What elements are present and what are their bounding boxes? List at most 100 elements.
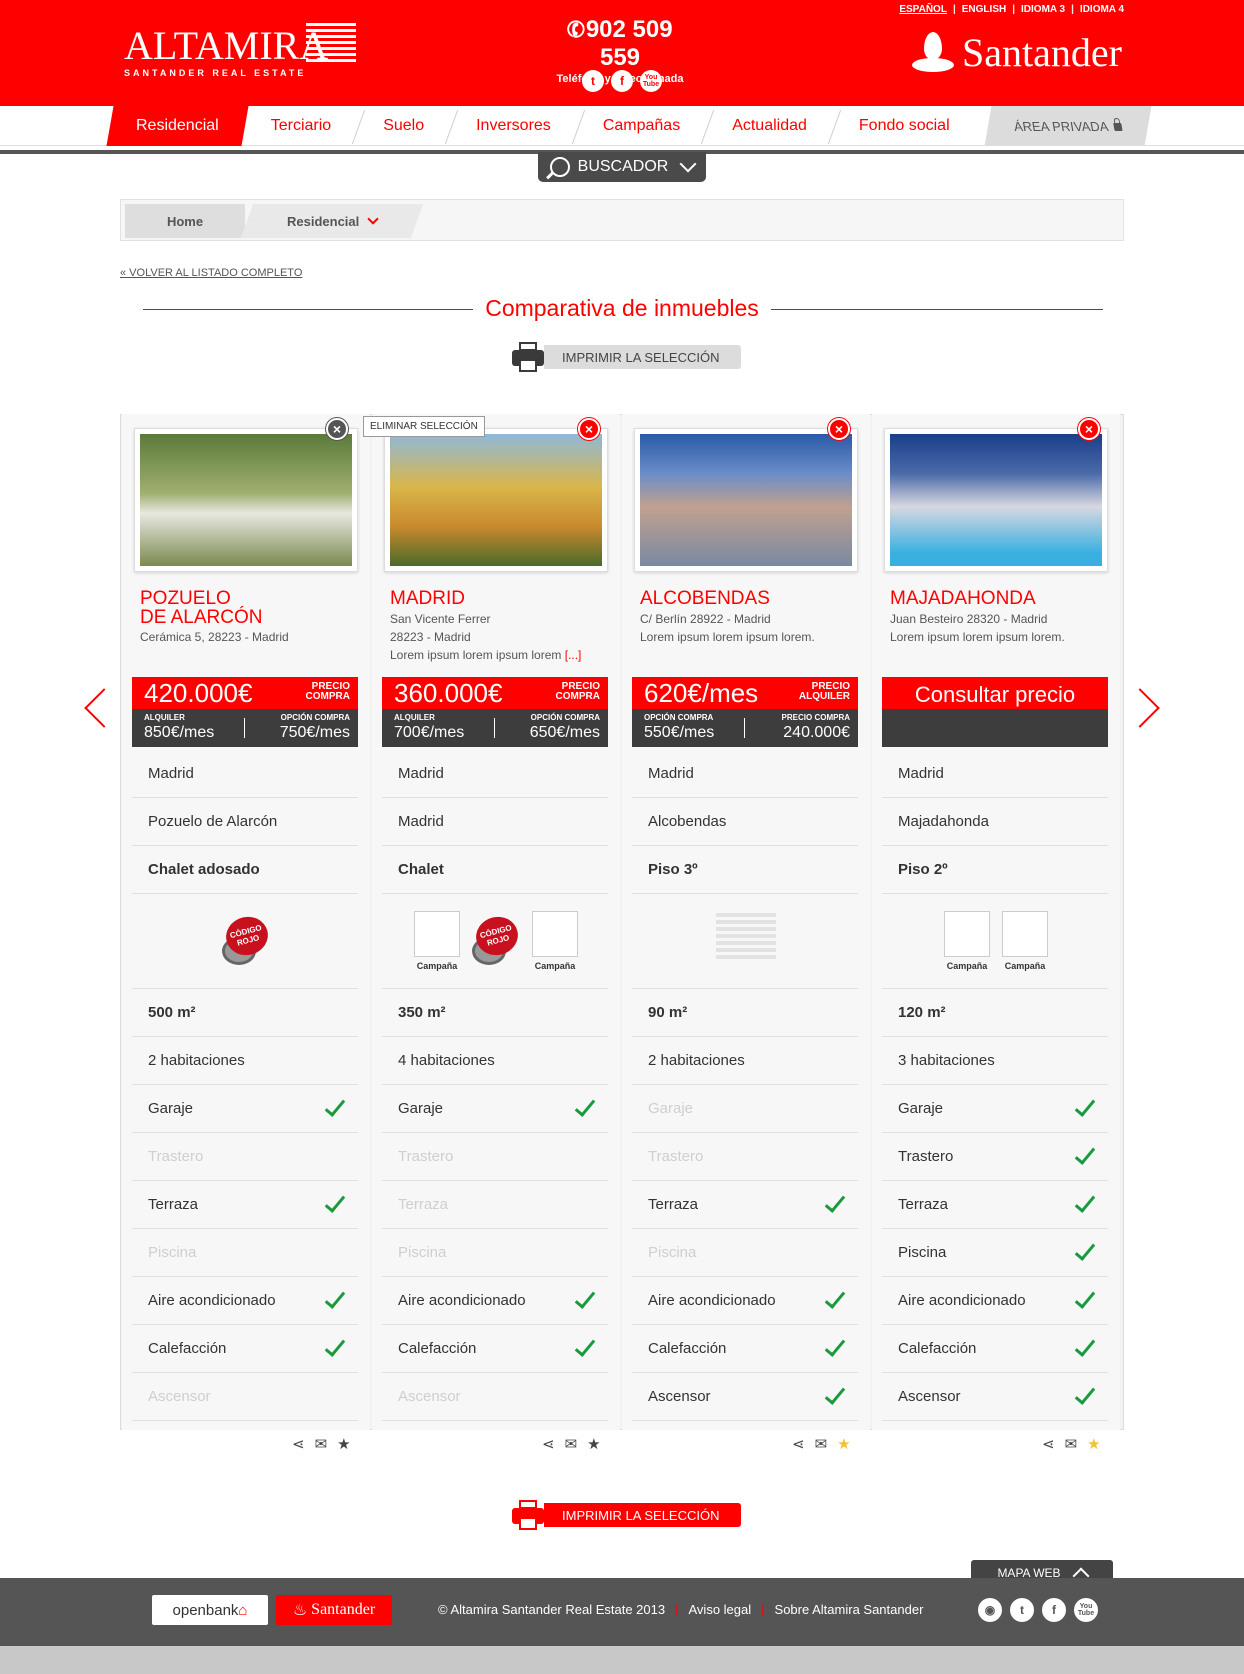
santander-footer-logo[interactable]: ♨ Santander	[276, 1595, 392, 1625]
back-to-list-link[interactable]: « VOLVER AL LISTADO COMPLETO	[120, 267, 302, 279]
consult-price-button[interactable]: Consultar precio	[882, 681, 1108, 709]
rooms-row: 4 habitaciones	[382, 1037, 608, 1085]
property-city[interactable]: ALCOBENDAS	[640, 589, 770, 608]
lang-es[interactable]: ESPAÑOL	[899, 4, 947, 15]
print-selection-button[interactable]: IMPRIMIR LA SELECCIÓN	[512, 342, 742, 372]
campaign-slot[interactable]: Campaña	[414, 911, 460, 971]
property-attributes: Madrid Madrid Chalet Campaña CÓDIGO ROJO Camp…	[382, 750, 608, 1421]
feature-label: Aire acondicionado	[148, 1292, 276, 1309]
property-photo[interactable]	[384, 428, 608, 572]
lang-3[interactable]: IDIOMA 3	[1021, 4, 1065, 15]
rooms-row: 3 habitaciones	[882, 1037, 1108, 1085]
property-city[interactable]: MAJADAHONDA	[890, 589, 1036, 608]
youtube-icon[interactable]: You Tube	[1074, 1598, 1098, 1622]
breadcrumb-home[interactable]: Home	[125, 204, 245, 238]
property-photo[interactable]	[134, 428, 358, 572]
next-arrow-icon[interactable]	[1120, 688, 1160, 728]
feature-label: Terraza	[398, 1196, 449, 1213]
lock-icon	[1113, 122, 1123, 131]
property-city[interactable]: MADRID	[390, 589, 465, 608]
feature-aire-acondicionado: Aire acondicionado	[382, 1277, 608, 1325]
property-city[interactable]: POZUELO DE ALARCÓN	[140, 589, 262, 627]
email-icon[interactable]: ✉	[815, 1437, 828, 1453]
feature-piscina: Piscina	[882, 1229, 1108, 1277]
altamira-logo[interactable]: ALTAMIRA SANTANDER REAL ESTATE	[124, 26, 328, 79]
codigo-rojo-badge-icon[interactable]: CÓDIGO ROJO	[221, 912, 273, 967]
lang-4[interactable]: IDIOMA 4	[1080, 4, 1124, 15]
search-toggle[interactable]: BUSCADOR	[538, 152, 706, 182]
share-icon[interactable]: ⋖	[1042, 1437, 1055, 1453]
area-row: 120 m²	[882, 989, 1108, 1037]
remove-property-button[interactable]: ×	[828, 418, 850, 440]
favorite-star-icon[interactable]: ★	[1087, 1437, 1100, 1453]
feature-terraza: Terraza	[132, 1181, 358, 1229]
printer-icon	[512, 1499, 544, 1531]
price-tag: PRECIO ALQUILER	[798, 681, 850, 702]
town-row: Majadahonda	[882, 798, 1108, 846]
facebook-icon[interactable]: f	[1042, 1598, 1066, 1622]
favorite-star-icon[interactable]: ★	[587, 1437, 600, 1453]
twitter-icon[interactable]: t	[582, 70, 604, 92]
feature-garaje: Garaje	[632, 1085, 858, 1133]
lang-en[interactable]: ENGLISH	[962, 4, 1006, 15]
nav-terciario[interactable]: Terciario	[245, 106, 357, 146]
campaign-slot[interactable]: Campaña	[944, 911, 990, 971]
legal-link[interactable]: Aviso legal	[689, 1602, 752, 1617]
feature-label: Ascensor	[898, 1388, 961, 1405]
private-area-button[interactable]: ÁREA PRIVADA	[984, 106, 1152, 146]
codigo-rojo-badge-icon[interactable]: CÓDIGO ROJO	[471, 912, 523, 967]
property-attributes: Madrid Pozuelo de Alarcón Chalet adosado CÓ…	[132, 750, 358, 1421]
about-link[interactable]: Sobre Altamira Santander	[775, 1602, 924, 1617]
site-footer: openbank ⌂ ♨ Santander © Altamira Santande…	[0, 1578, 1244, 1646]
print-selection-button-bottom[interactable]: IMPRIMIR LA SELECCIÓN	[512, 1499, 742, 1531]
property-card: × POZUELO DE ALARCÓN Cerámica 5, 28223 - Ma…	[122, 414, 370, 1430]
phone-number[interactable]: 902 509 559	[586, 16, 673, 71]
remove-property-button[interactable]: ×	[1078, 418, 1100, 440]
price-box: Consultar precio	[882, 677, 1108, 749]
youtube-icon[interactable]: You Tube	[640, 70, 662, 92]
nav-actualidad[interactable]: Actualidad	[706, 106, 833, 146]
prev-arrow-icon[interactable]	[84, 688, 124, 728]
remove-property-button[interactable]: ×	[326, 418, 348, 440]
share-icon[interactable]: ⋖	[792, 1437, 805, 1453]
site-header: ALTAMIRA SANTANDER REAL ESTATE ✆902 509 …	[0, 0, 1244, 106]
feature-label: Aire acondicionado	[398, 1292, 526, 1309]
campaign-slot[interactable]: Campaña	[1002, 911, 1048, 971]
feature-aire-acondicionado: Aire acondicionado	[882, 1277, 1108, 1325]
read-more-link[interactable]: [...]	[565, 648, 582, 662]
property-photo[interactable]	[884, 428, 1108, 572]
openbank-logo[interactable]: openbank ⌂	[152, 1595, 268, 1625]
share-icon[interactable]: ⋖	[542, 1437, 555, 1453]
price-tag: PRECIO COMPRA	[305, 681, 350, 702]
nav-campanas[interactable]: Campañas	[577, 106, 706, 146]
remove-property-button[interactable]: ×	[578, 418, 600, 440]
nav-suelo[interactable]: Suelo	[357, 106, 450, 146]
province-row: Madrid	[632, 750, 858, 798]
email-icon[interactable]: ✉	[565, 1437, 578, 1453]
rss-icon[interactable]: ◉	[978, 1598, 1002, 1622]
feature-calefacci-n: Calefacción	[632, 1325, 858, 1373]
nav-inversores[interactable]: Inversores	[450, 106, 577, 146]
campaign-slot[interactable]: Campaña	[532, 911, 578, 971]
twitter-icon[interactable]: t	[1010, 1598, 1034, 1622]
nav-residencial[interactable]: Residencial	[106, 106, 249, 146]
share-icon[interactable]: ⋖	[292, 1437, 305, 1453]
flame-icon	[912, 32, 955, 74]
property-photo[interactable]	[634, 428, 858, 572]
town-row: Madrid	[382, 798, 608, 846]
feature-label: Garaje	[398, 1100, 444, 1117]
breadcrumb-residencial[interactable]: Residencial	[287, 204, 379, 238]
type-row: Piso 2º	[882, 846, 1108, 894]
property-actions: ⋖ ✉ ★	[1042, 1437, 1101, 1453]
favorite-star-icon[interactable]: ★	[837, 1437, 850, 1453]
facebook-icon[interactable]: f	[611, 70, 633, 92]
nav-fondo-social[interactable]: Fondo social	[833, 106, 976, 146]
feature-trastero: Trastero	[132, 1133, 358, 1181]
favorite-star-icon[interactable]: ★	[337, 1437, 350, 1453]
email-icon[interactable]: ✉	[1065, 1437, 1078, 1453]
building-icon	[716, 913, 776, 969]
price-value: 360.000€	[394, 678, 503, 708]
feature-label: Calefacción	[648, 1340, 727, 1357]
email-icon[interactable]: ✉	[315, 1437, 328, 1453]
santander-logo[interactable]: Santander	[912, 32, 1122, 74]
